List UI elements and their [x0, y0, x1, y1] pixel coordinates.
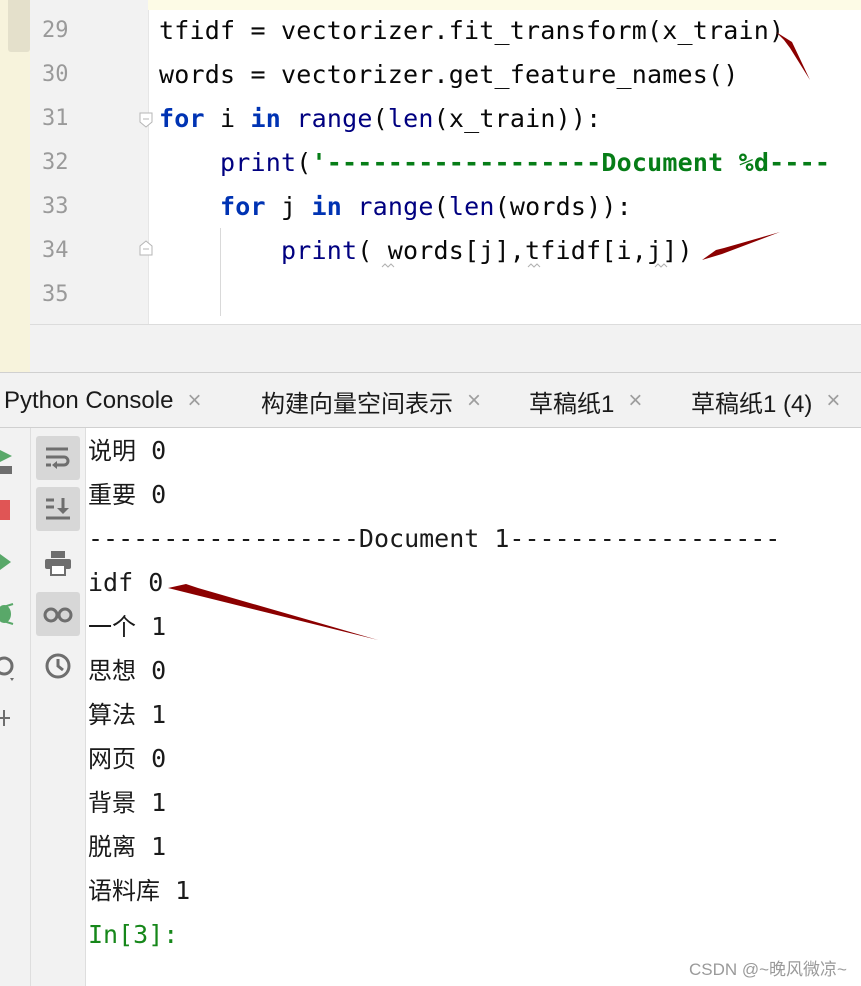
- output-value: 1: [151, 788, 167, 817]
- fold-end-icon[interactable]: [139, 240, 153, 256]
- stop-icon[interactable]: [0, 500, 12, 520]
- line-number: 31: [42, 106, 69, 131]
- code-line[interactable]: print('------------------Document %d----: [159, 141, 830, 185]
- output-word: 算法: [88, 701, 136, 729]
- output-word: 脱离: [88, 833, 136, 861]
- close-icon[interactable]: ×: [467, 387, 481, 415]
- show-variables-icon: [43, 607, 73, 623]
- console-line: idf 0: [88, 561, 163, 605]
- add-icon[interactable]: [0, 708, 12, 728]
- soft-wrap-icon: [46, 447, 70, 469]
- history-button[interactable]: [36, 644, 80, 688]
- output-word: 语料库: [88, 877, 160, 905]
- code-line[interactable]: tfidf = vectorizer.fit_transform(x_train…: [159, 9, 784, 53]
- close-icon[interactable]: ×: [826, 387, 840, 415]
- output-value: 0: [151, 744, 167, 773]
- tool-window-tab-bar: Python Console × 构建向量空间表示 × 草稿纸1 × 草稿纸1 …: [0, 372, 861, 428]
- tab-label: 草稿纸1: [529, 390, 615, 418]
- tab-label: 构建向量空间表示: [261, 390, 453, 418]
- line-number: 33: [42, 194, 69, 219]
- output-value: 0: [151, 480, 167, 509]
- editor-left-strip: [0, 0, 30, 372]
- console-separator: ------------------Document 1------------…: [88, 524, 781, 553]
- code-line[interactable]: for i in range(len(x_train)):: [159, 97, 601, 141]
- history-icon: [45, 653, 71, 679]
- output-word: 背景: [88, 789, 136, 817]
- show-variables-button[interactable]: [36, 592, 80, 636]
- line-number: 30: [42, 62, 69, 87]
- run-icon[interactable]: [0, 552, 12, 572]
- console-line: 脱离 1: [88, 825, 166, 869]
- code-line[interactable]: words = vectorizer.get_feature_names(): [159, 53, 739, 97]
- console-prompt[interactable]: In[3]:: [88, 913, 178, 957]
- rerun-icon[interactable]: [0, 446, 14, 476]
- console-line: 网页 0: [88, 737, 166, 781]
- output-value: 0: [151, 436, 167, 465]
- run-toolbar: [0, 428, 31, 986]
- output-word: 网页: [88, 745, 136, 773]
- line-number: 32: [42, 150, 69, 175]
- code-line[interactable]: for j in range(len(words)):: [159, 185, 632, 229]
- code-editor[interactable]: 29 30 31 32 33 34 35 tfidf = vectorizer.…: [0, 0, 861, 372]
- output-value: 1: [151, 832, 167, 861]
- line-number: 35: [42, 282, 69, 307]
- editor-scroll-marker: [8, 0, 30, 52]
- output-word: 重要: [88, 481, 136, 509]
- soft-wrap-button[interactable]: [36, 436, 80, 480]
- fold-open-icon[interactable]: [139, 112, 153, 128]
- output-word: idf: [88, 568, 134, 597]
- watermark: CSDN @~晚风微凉~: [688, 960, 847, 979]
- output-word: 说明: [88, 437, 136, 465]
- output-value: 0: [148, 568, 164, 597]
- line-number: 34: [42, 238, 69, 263]
- editor-bottom-gap: [30, 324, 861, 372]
- console-line: 语料库 1: [88, 869, 190, 913]
- console-line: 算法 1: [88, 693, 166, 737]
- print-icon: [45, 551, 71, 576]
- scroll-to-end-icon: [46, 498, 70, 520]
- tab-label: 草稿纸1 (4): [691, 390, 813, 418]
- settings-icon[interactable]: [0, 652, 18, 684]
- tab-scratch-1-4[interactable]: 草稿纸1 (4) ×: [691, 373, 840, 429]
- debug-icon[interactable]: [0, 600, 14, 628]
- print-button[interactable]: [36, 541, 80, 585]
- output-value: 1: [151, 612, 167, 641]
- tab-label: Python Console: [4, 387, 174, 414]
- console-line: 说明 0: [88, 429, 166, 473]
- output-value: 1: [151, 700, 167, 729]
- output-value: 1: [175, 876, 191, 905]
- console-line: 重要 0: [88, 473, 166, 517]
- warning-squiggles: [381, 263, 668, 268]
- tab-vector-space[interactable]: 构建向量空间表示 ×: [261, 373, 481, 429]
- tab-scratch-1[interactable]: 草稿纸1 ×: [529, 373, 642, 429]
- console-line: 一个 1: [88, 605, 166, 649]
- console-toolbar: [31, 428, 86, 986]
- console-line: 背景 1: [88, 781, 166, 825]
- console-line: 思想 0: [88, 649, 166, 693]
- close-icon[interactable]: ×: [628, 387, 642, 415]
- output-value: 0: [151, 656, 167, 685]
- output-word: 一个: [88, 613, 136, 641]
- scroll-to-end-button[interactable]: [36, 487, 80, 531]
- tab-python-console[interactable]: Python Console ×: [4, 373, 201, 429]
- line-number: 29: [42, 18, 69, 43]
- output-word: 思想: [88, 657, 136, 685]
- close-icon[interactable]: ×: [187, 387, 201, 415]
